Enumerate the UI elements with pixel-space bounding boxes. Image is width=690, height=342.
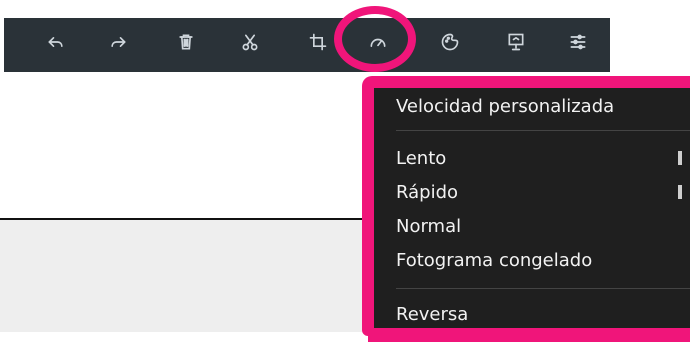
menu-separator [396, 288, 690, 289]
menu-item-freeze-frame[interactable]: Fotograma congelado [396, 250, 592, 271]
undo-button[interactable] [38, 26, 74, 62]
menu-item-custom-speed[interactable]: Velocidad personalizada [396, 96, 614, 117]
presentation-icon [506, 32, 526, 56]
menu-item-slow[interactable]: Lento [396, 148, 446, 169]
speed-icon [368, 32, 388, 56]
menu-separator [396, 130, 690, 131]
menu-item-fast[interactable]: Rápido [396, 182, 458, 203]
delete-button[interactable] [168, 26, 204, 62]
menu-item-normal[interactable]: Normal [396, 216, 461, 237]
crop-icon [308, 32, 328, 56]
settings-sliders-button[interactable] [560, 26, 596, 62]
presentation-button[interactable] [498, 26, 534, 62]
speed-menu: Velocidad personalizada Lento Rápido Nor… [368, 82, 690, 342]
menu-item-reverse[interactable]: Reversa [396, 304, 468, 325]
editor-toolbar [4, 18, 610, 72]
settings-sliders-icon [568, 32, 588, 56]
redo-button[interactable] [100, 26, 136, 62]
speed-button[interactable] [360, 26, 396, 62]
submenu-indicator-icon [678, 185, 682, 199]
undo-icon [46, 32, 66, 56]
color-filter-button[interactable] [432, 26, 468, 62]
submenu-indicator-icon [678, 151, 682, 165]
color-filter-icon [440, 32, 460, 56]
redo-icon [108, 32, 128, 56]
delete-icon [176, 32, 196, 56]
crop-button[interactable] [300, 26, 336, 62]
cut-button[interactable] [232, 26, 268, 62]
cut-icon [240, 32, 260, 56]
